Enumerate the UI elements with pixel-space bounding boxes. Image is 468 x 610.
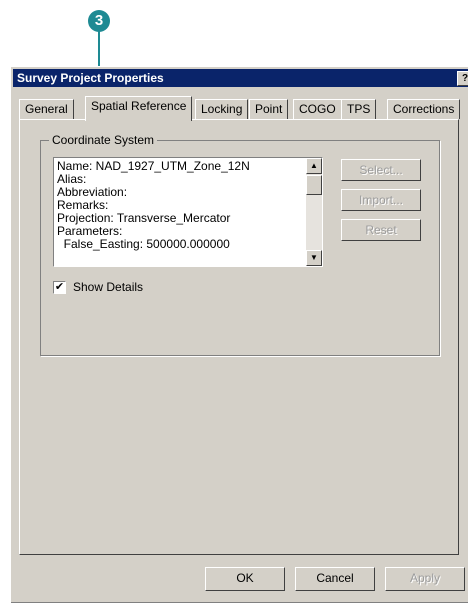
import-button[interactable]: Import... xyxy=(341,189,421,211)
tab-general[interactable]: General xyxy=(19,99,74,119)
show-details-label: Show Details xyxy=(73,280,144,294)
scroll-thumb[interactable] xyxy=(306,175,322,195)
cancel-button[interactable]: Cancel xyxy=(295,567,375,591)
detail-line-false-easting: False_Easting: 500000.000000 xyxy=(57,237,230,251)
properties-dialog: Survey Project Properties ? X General Sp… xyxy=(10,66,468,603)
tab-tps[interactable]: TPS xyxy=(341,99,377,119)
tab-cogo[interactable]: COGO xyxy=(293,99,342,119)
tab-point[interactable]: Point xyxy=(249,99,289,119)
callout-number: 3 xyxy=(88,10,110,32)
spatial-reference-panel: Coordinate System Name: NAD_1927_UTM_Zon… xyxy=(19,119,459,555)
coordinate-system-label: Coordinate System xyxy=(49,133,158,147)
tab-locking[interactable]: Locking xyxy=(195,99,249,119)
scroll-up-arrow-icon[interactable]: ▲ xyxy=(306,158,322,174)
vertical-scrollbar[interactable]: ▲ ▼ xyxy=(306,158,322,266)
window-title: Survey Project Properties xyxy=(17,71,164,85)
ok-button[interactable]: OK xyxy=(205,567,285,591)
apply-button[interactable]: Apply xyxy=(385,567,465,591)
tab-spatial-reference[interactable]: Spatial Reference xyxy=(85,96,193,121)
help-button[interactable]: ? xyxy=(457,71,468,86)
reset-button[interactable]: Reset xyxy=(341,219,421,241)
show-details-checkbox[interactable]: ✔ xyxy=(53,281,66,294)
coordinate-system-details[interactable]: Name: NAD_1927_UTM_Zone_12N Alias: Abbre… xyxy=(53,157,323,267)
select-button[interactable]: Select... xyxy=(341,159,421,181)
coordinate-system-group: Coordinate System Name: NAD_1927_UTM_Zon… xyxy=(40,133,440,356)
scroll-down-arrow-icon[interactable]: ▼ xyxy=(306,250,322,266)
title-bar[interactable]: Survey Project Properties ? X xyxy=(13,69,468,87)
tab-corrections[interactable]: Corrections xyxy=(387,99,461,119)
